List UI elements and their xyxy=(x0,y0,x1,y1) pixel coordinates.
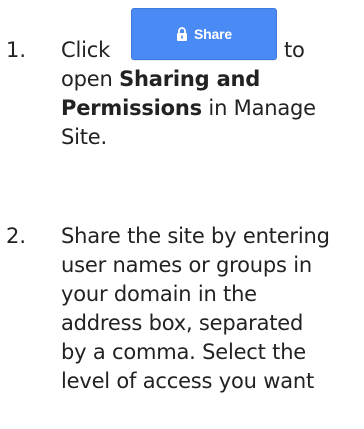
step-line: Site. xyxy=(61,125,107,149)
lock-icon xyxy=(177,27,188,41)
step-line: your domain in the xyxy=(61,282,257,306)
step-line: Share the site by entering xyxy=(61,224,330,248)
to-label: to xyxy=(284,38,305,62)
step-line: by a comma. Select the xyxy=(61,340,307,364)
step-text: Share the site by entering user names or… xyxy=(61,222,361,396)
share-button[interactable]: Share xyxy=(131,8,277,60)
step-line: address box, separated xyxy=(61,311,304,335)
step-text: Click Share to open Sharing and Permissi… xyxy=(61,8,361,152)
emphasis-permissions: Permissions xyxy=(61,96,202,120)
step-number: 2. xyxy=(6,224,27,248)
step-line: level of access you want xyxy=(61,369,315,393)
share-button-label: Share xyxy=(194,25,232,42)
step-line: user names or groups in xyxy=(61,253,312,277)
step-number: 1. xyxy=(6,38,27,62)
text-fragment: open xyxy=(61,67,120,91)
text-fragment: in Manage xyxy=(201,96,316,120)
step-line: open Sharing and xyxy=(61,65,361,94)
emphasis-sharing: Sharing and xyxy=(119,67,261,91)
step-line: Permissions in Manage xyxy=(61,94,361,123)
